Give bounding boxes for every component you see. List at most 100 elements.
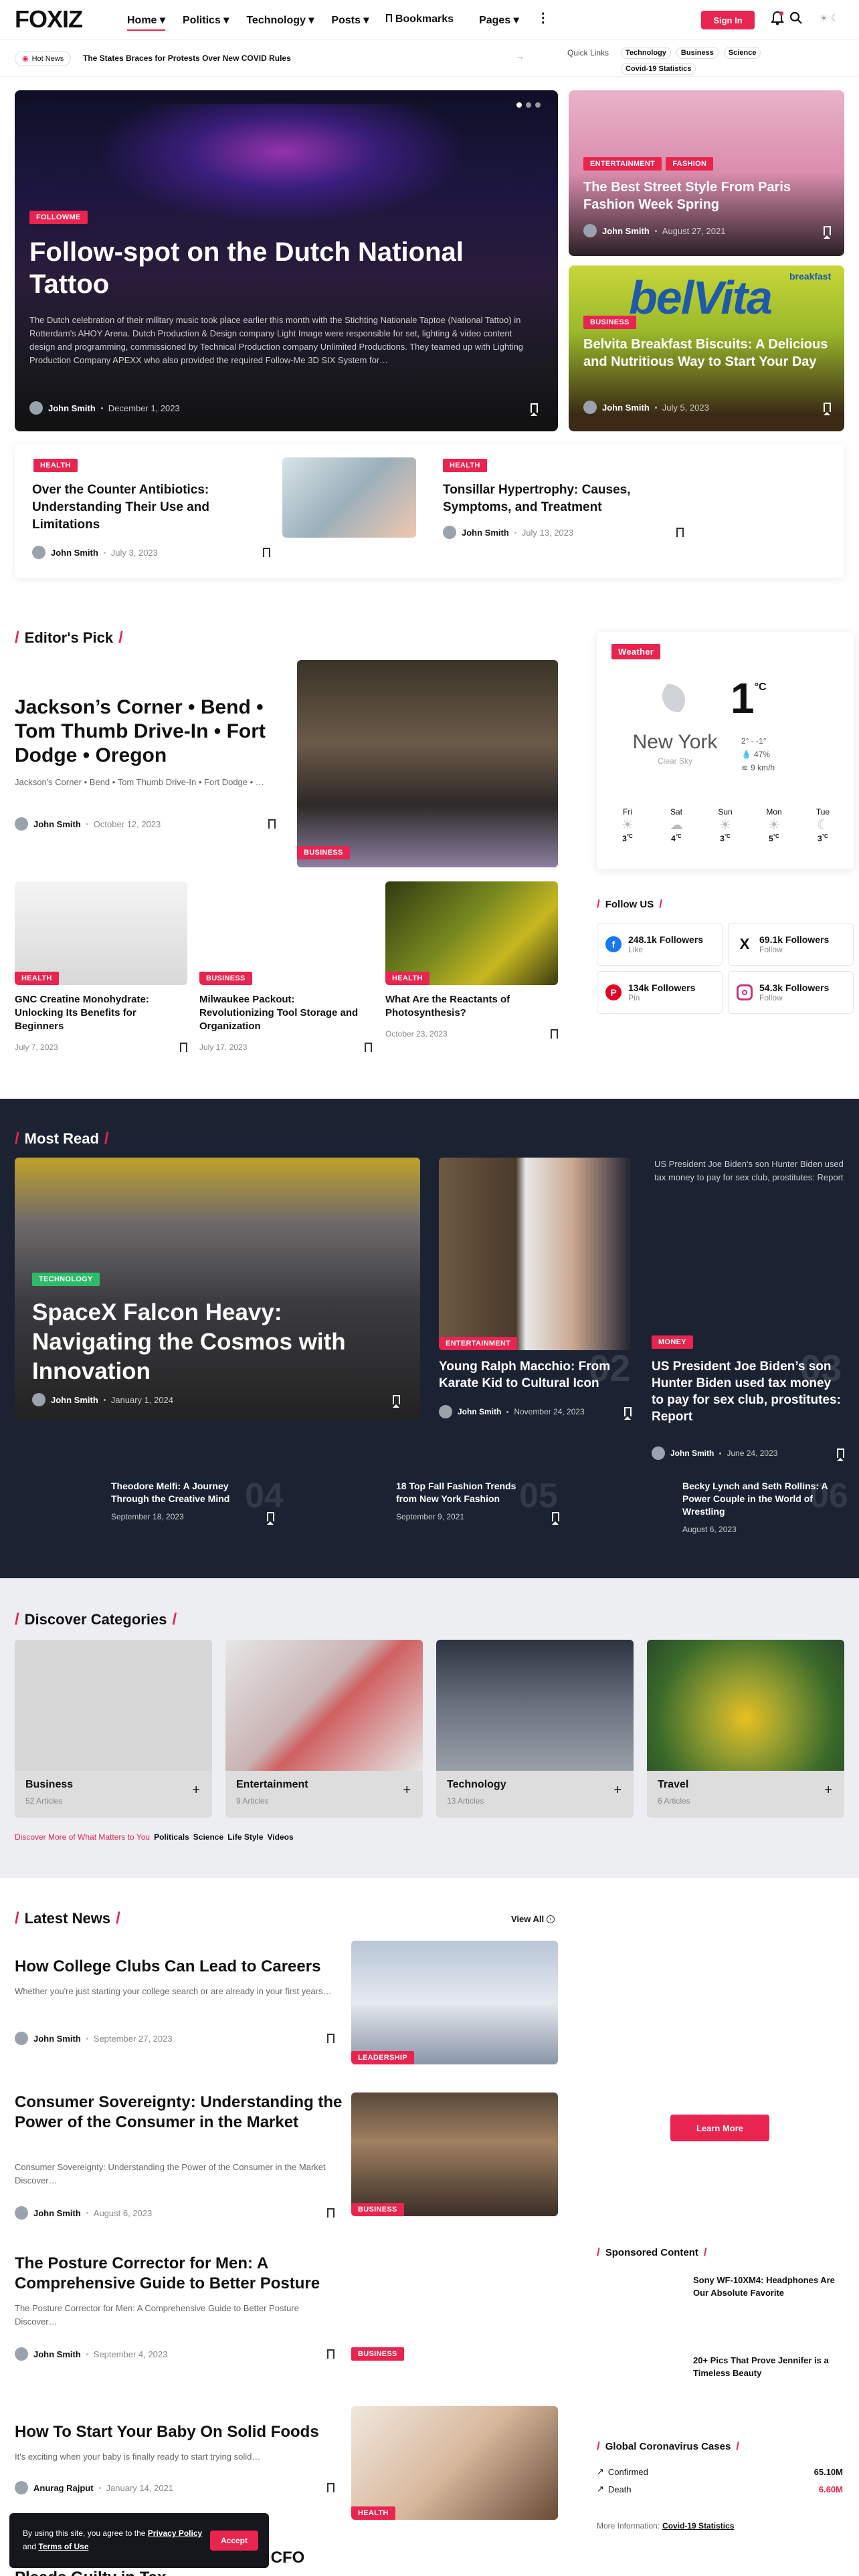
nav-technology[interactable]: Technology ▾ — [246, 13, 314, 31]
quick-link-covid[interactable]: Covid-19 Statistics — [621, 63, 696, 75]
most-read-mid-author[interactable]: John Smith — [458, 1407, 501, 1416]
discover-link-videos[interactable]: Videos — [268, 1832, 294, 1842]
latest-item-badge[interactable]: BUSINESS — [351, 2347, 404, 2361]
slider-dot-2[interactable] — [526, 102, 531, 108]
facebook-follow[interactable]: f 248.1k Followers Like — [597, 923, 723, 966]
row1-title-2[interactable]: Tonsillar Hypertrophy: Causes, Symptoms,… — [443, 481, 684, 516]
side-card-belvita[interactable]: belVita breakfast BUSINESS Belvita Break… — [569, 265, 844, 431]
most-read-small-3[interactable]: 06 Becky Lynch and Seth Rollins: A Power… — [682, 1477, 848, 1534]
bookmark-icon[interactable] — [824, 403, 831, 415]
slider-dot-3[interactable] — [535, 102, 541, 108]
hero-author[interactable]: John Smith — [48, 403, 96, 413]
editors-main-badge[interactable]: BUSINESS — [297, 846, 350, 859]
dark-mode-toggle-icon[interactable]: ☀ ☾ — [820, 12, 844, 24]
most-read-right-image[interactable]: US President Joe Biden's son Hunter Bide… — [652, 1158, 844, 1350]
editors-main-image[interactable]: BUSINESS — [297, 660, 558, 867]
search-icon[interactable] — [789, 11, 803, 25]
bookmark-icon[interactable] — [327, 2208, 335, 2221]
most-read-right-badge[interactable]: MONEY — [652, 1335, 693, 1349]
side-card-fashion[interactable]: ENTERTAINMENT FASHION The Best Street St… — [569, 90, 844, 256]
slider-dot-1[interactable] — [516, 102, 522, 108]
editors-card-2-badge[interactable]: BUSINESS — [199, 972, 252, 985]
quick-link-science[interactable]: Science — [723, 47, 761, 59]
hero-card[interactable]: FOLLOWME Follow-spot on the Dutch Nation… — [15, 90, 558, 431]
category-card-travel[interactable]: Travel 6 Articles + — [647, 1640, 844, 1818]
bookmark-icon[interactable] — [624, 1407, 632, 1420]
quick-link-business[interactable]: Business — [676, 47, 719, 59]
nav-home[interactable]: Home ▾ — [127, 13, 165, 31]
bookmark-icon[interactable] — [531, 403, 538, 416]
bookmark-icon[interactable] — [267, 1512, 274, 1525]
badge-entertainment[interactable]: ENTERTAINMENT — [583, 157, 662, 171]
bookmark-icon[interactable] — [393, 1395, 400, 1408]
discover-link-politicals[interactable]: Politicals — [154, 1832, 189, 1842]
row1-badge-1[interactable]: HEALTH — [33, 459, 78, 472]
slider-dots[interactable] — [516, 102, 541, 108]
side2-author[interactable]: John Smith — [602, 403, 650, 413]
latest-item-badge[interactable]: HEALTH — [351, 2506, 395, 2520]
view-all-link[interactable]: View All › — [511, 1914, 555, 1924]
latest-item-badge[interactable]: BUSINESS — [351, 2203, 404, 2216]
ticker-next-icon[interactable]: → — [515, 51, 524, 62]
nav-posts[interactable]: Posts ▾ — [331, 13, 369, 31]
row1-image-pills[interactable] — [282, 457, 416, 538]
notification-bell-icon[interactable] — [771, 11, 784, 25]
editors-card-1-badge[interactable]: HEALTH — [15, 972, 59, 985]
avatar[interactable] — [15, 2481, 28, 2494]
plus-icon[interactable]: + — [192, 1783, 200, 1798]
bookmark-icon[interactable] — [551, 1029, 558, 1042]
row1-author-1[interactable]: John Smith — [51, 548, 98, 558]
nav-pages[interactable]: Pages ▾ — [479, 13, 519, 31]
accept-cookies-button[interactable]: Accept — [210, 2531, 258, 2551]
sponsored-item-1[interactable]: Sony WF-10XM4: Headphones Are Our Absolu… — [693, 2274, 847, 2299]
discover-link-lifestyle[interactable]: Life Style — [227, 1832, 263, 1842]
side2-badge[interactable]: BUSINESS — [583, 316, 636, 329]
category-card-technology[interactable]: Technology 13 Articles + — [436, 1640, 634, 1818]
plus-icon[interactable]: + — [613, 1783, 622, 1798]
editors-card-1-title[interactable]: GNC Creatine Monohydrate: Unlocking Its … — [15, 993, 187, 1033]
avatar[interactable] — [583, 224, 597, 237]
more-menu-icon[interactable]: ⋮ — [537, 11, 550, 31]
row1-badge-2[interactable]: HEALTH — [443, 459, 487, 472]
instagram-follow[interactable]: 54.3k Followers Follow — [728, 971, 854, 1014]
avatar[interactable] — [15, 2032, 28, 2045]
bookmark-icon[interactable] — [837, 1448, 844, 1461]
signin-button[interactable]: Sign In — [701, 11, 755, 29]
most-read-right-title[interactable]: US President Joe Biden’s son Hunter Bide… — [652, 1358, 846, 1425]
terms-of-use-link[interactable]: Terms of Use — [38, 2542, 88, 2551]
covid-more-link[interactable]: Covid-19 Statistics — [662, 2521, 734, 2531]
editors-card-3[interactable]: HEALTH What Are the Reactants of Photosy… — [385, 881, 558, 1082]
category-card-entertainment[interactable]: Entertainment 9 Articles + — [225, 1640, 423, 1818]
avatar[interactable] — [15, 2347, 28, 2361]
avatar[interactable] — [439, 1405, 452, 1418]
most-read-small-2[interactable]: 05 18 Top Fall Fashion Trends from New Y… — [396, 1477, 559, 1525]
bookmark-icon[interactable] — [552, 1512, 559, 1525]
editors-card-3-title[interactable]: What Are the Reactants of Photosynthesis… — [385, 993, 558, 1020]
learn-more-button[interactable]: Learn More — [670, 2115, 769, 2141]
editors-card-2[interactable]: BUSINESS Milwaukee Packout: Revolutioniz… — [199, 881, 372, 1082]
bookmark-icon[interactable] — [327, 2034, 335, 2046]
most-read-mid-title[interactable]: Young Ralph Macchio: From Karate Kid to … — [439, 1358, 626, 1392]
category-card-business[interactable]: Business 52 Articles + — [15, 1640, 212, 1818]
avatar[interactable] — [15, 2206, 28, 2220]
site-logo[interactable]: FOXIZ — [15, 5, 83, 33]
bookmark-icon[interactable] — [263, 548, 270, 560]
most-read-small-1[interactable]: 04 Theodore Melfi: A Journey Through the… — [111, 1477, 284, 1525]
side-card-fashion-title[interactable]: The Best Street Style From Paris Fashion… — [583, 179, 831, 213]
editors-main-title[interactable]: Jackson’s Corner • Bend • Tom Thumb Driv… — [15, 695, 289, 768]
bookmark-icon[interactable] — [676, 528, 684, 540]
avatar[interactable] — [29, 401, 43, 415]
row1-author-2[interactable]: John Smith — [462, 528, 509, 538]
avatar[interactable] — [583, 401, 597, 414]
most-read-mid-badge[interactable]: ENTERTAINMENT — [439, 1337, 518, 1350]
avatar[interactable] — [32, 1393, 45, 1406]
latest-item-2[interactable]: Consumer Sovereignty: Understanding the … — [15, 2092, 558, 2221]
editors-card-3-badge[interactable]: HEALTH — [385, 972, 430, 985]
avatar[interactable] — [443, 526, 456, 539]
quick-link-technology[interactable]: Technology — [621, 47, 671, 59]
discover-link-science[interactable]: Science — [193, 1832, 223, 1842]
sponsored-item-2[interactable]: 20+ Pics That Prove Jennifer is a Timele… — [693, 2354, 847, 2379]
avatar[interactable] — [32, 546, 45, 559]
bookmark-icon[interactable] — [327, 2349, 335, 2362]
avatar[interactable] — [652, 1446, 665, 1460]
